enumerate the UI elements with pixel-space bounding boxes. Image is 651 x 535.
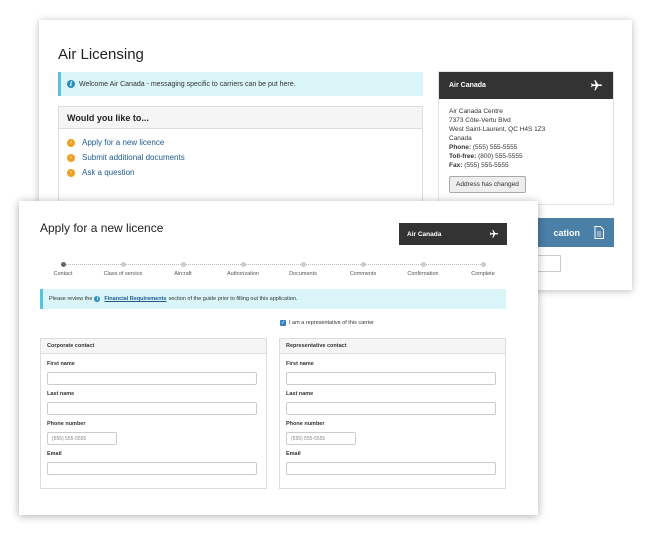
step-dot — [420, 262, 426, 267]
tollfree-row: Toll-free: (800) 555-5555 — [449, 152, 603, 161]
tollfree-label: Toll-free: — [449, 153, 477, 160]
document-icon — [594, 226, 604, 239]
field-label: Phone number — [286, 421, 325, 427]
front-card: Apply for a new licence Air Canada Conta… — [19, 201, 538, 515]
fax-value: (555) 555-5555 — [464, 162, 509, 169]
arrow-circle-icon: › — [67, 153, 75, 162]
carrier-address: Air Canada Centre 7373 Côte-Vertu Blvd W… — [439, 99, 613, 201]
address-line: West Saint-Laurent, QC H4S 1Z3 — [449, 126, 546, 133]
address-changed-button[interactable]: Address has changed — [449, 176, 526, 193]
address-line: 7373 Côte-Vertu Blvd — [449, 117, 511, 124]
phone-label: Phone: — [449, 144, 472, 151]
step-dot — [360, 262, 366, 267]
carrier-badge: Air Canada — [399, 223, 507, 245]
application-bar-label: cation — [553, 227, 580, 238]
address-line: Canada — [449, 135, 472, 142]
airplane-icon — [591, 80, 602, 91]
field-label: Last name — [286, 391, 314, 397]
field-label: Last name — [47, 391, 75, 397]
carrier-header: Air Canada — [439, 72, 613, 99]
airplane-icon — [489, 229, 499, 238]
ask-question-label[interactable]: Ask a question — [82, 168, 134, 177]
corporate-last-name-input[interactable] — [47, 402, 257, 415]
step-dot — [480, 262, 486, 267]
corporate-first-name-input[interactable] — [47, 372, 257, 385]
field-label: Email — [286, 451, 301, 457]
submit-documents-link[interactable]: › Submit additional documents — [67, 150, 414, 165]
fax-row: Fax: (555) 555-5555 — [449, 161, 603, 170]
financial-requirements-link[interactable]: Financial Requirements — [104, 296, 166, 302]
representative-phone-input[interactable]: (555) 555-5555 — [286, 432, 356, 445]
carrier-info-box: Air Canada Air Canada Centre 7373 Côte-V… — [438, 71, 614, 205]
phone-row: Phone: (555) 555-5555 — [449, 143, 603, 152]
banner-prefix: Please review the — [49, 296, 93, 302]
representative-checkbox[interactable]: ✓ I am a representative of this carrier — [280, 320, 374, 326]
fax-label: Fax: — [449, 162, 463, 169]
step-complete: Complete — [448, 259, 518, 277]
welcome-text: Welcome Air Canada - messaging specific … — [79, 80, 296, 88]
back-input[interactable] — [534, 255, 561, 272]
step-label: Complete — [471, 271, 495, 277]
review-banner: Please review the i Financial Requiremen… — [40, 289, 506, 309]
ask-question-link[interactable]: › Ask a question — [67, 165, 414, 180]
step-dot — [180, 262, 186, 267]
carrier-name: Air Canada — [449, 82, 486, 89]
field-label: Email — [47, 451, 62, 457]
representative-email-input[interactable] — [286, 462, 496, 475]
field-label: First name — [286, 361, 314, 367]
phone-value: (555) 555-5555 — [472, 144, 518, 151]
checkbox-checked-icon[interactable]: ✓ — [280, 320, 286, 326]
address-line: Air Canada Centre — [449, 108, 503, 115]
arrow-circle-icon: › — [67, 138, 75, 147]
panel-heading: Would you like to... — [59, 107, 422, 129]
arrow-circle-icon: › — [67, 168, 75, 177]
submit-documents-label[interactable]: Submit additional documents — [82, 153, 185, 162]
step-dot — [120, 262, 126, 267]
apply-link-label[interactable]: Apply for a new licence — [82, 138, 164, 147]
step-dot — [300, 262, 306, 267]
banner-suffix: section of the guide prior to filling ou… — [168, 296, 298, 302]
info-icon: i — [67, 80, 75, 88]
step-dot — [60, 262, 66, 267]
page-title: Air Licensing — [58, 46, 144, 63]
panel-heading: Representative contact — [280, 339, 505, 354]
field-label: Phone number — [47, 421, 86, 427]
carrier-name: Air Canada — [407, 230, 442, 238]
welcome-banner: i Welcome Air Canada - messaging specifi… — [58, 72, 423, 96]
representative-checkbox-label: I am a representative of this carrier — [289, 320, 374, 326]
representative-first-name-input[interactable] — [286, 372, 496, 385]
tollfree-value: (800) 555-5555 — [478, 153, 523, 160]
corporate-contact-panel: Corporate contact First name Last name P… — [40, 338, 267, 489]
progress-steps: Contact Class of service Aircraft Authoriza… — [39, 259, 505, 283]
corporate-email-input[interactable] — [47, 462, 257, 475]
form-title: Apply for a new licence — [40, 221, 164, 235]
panel-heading: Corporate contact — [41, 339, 266, 354]
field-label: First name — [47, 361, 75, 367]
apply-link[interactable]: › Apply for a new licence — [67, 135, 414, 150]
info-icon: i — [94, 296, 101, 302]
step-dot — [240, 262, 246, 267]
representative-last-name-input[interactable] — [286, 402, 496, 415]
corporate-phone-input[interactable]: (555) 555-5555 — [47, 432, 117, 445]
representative-contact-panel: Representative contact First name Last n… — [279, 338, 506, 489]
